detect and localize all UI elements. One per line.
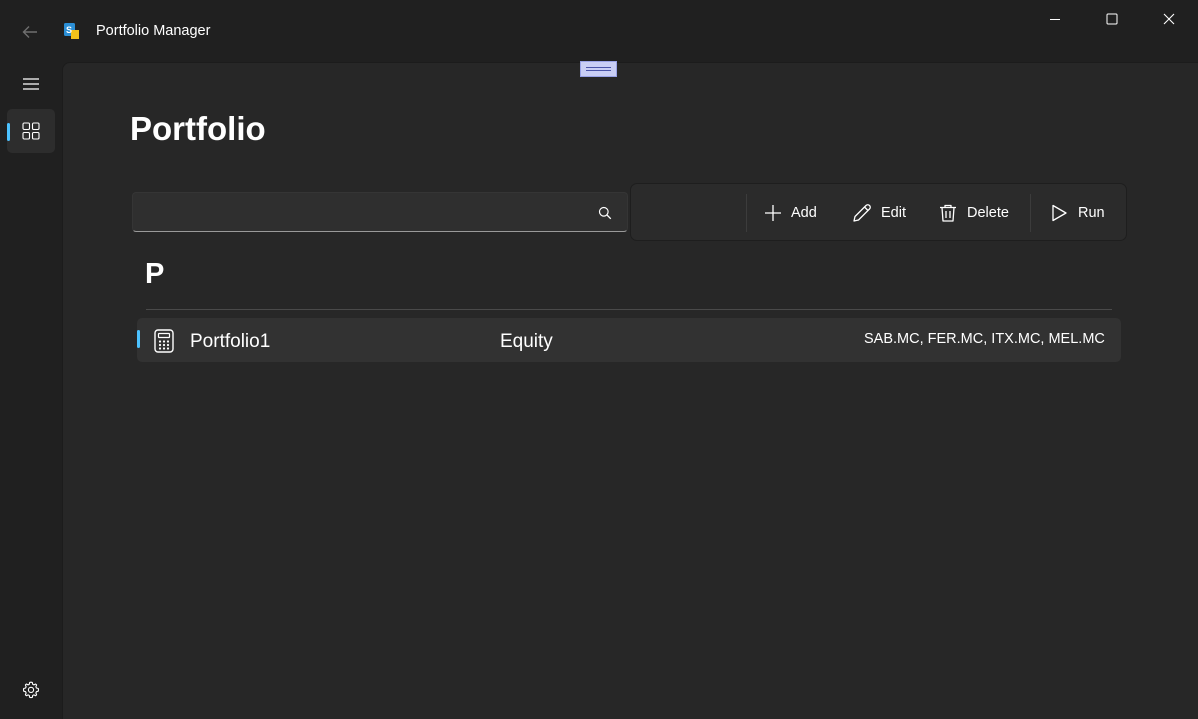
plus-icon <box>765 205 781 221</box>
app-logo-icon: S <box>64 23 79 39</box>
edit-button[interactable]: Edit <box>852 193 906 233</box>
navigation-pane <box>0 62 62 718</box>
portfolio-type: Equity <box>500 331 553 352</box>
search-input[interactable] <box>143 193 587 233</box>
back-arrow-icon <box>22 26 37 38</box>
list-item[interactable]: Portfolio1 Equity SAB.MC, FER.MC, ITX.MC… <box>137 318 1121 362</box>
settings-button[interactable] <box>15 674 47 706</box>
command-separator <box>1030 194 1031 232</box>
delete-button[interactable]: Delete <box>938 193 1009 233</box>
drag-handle[interactable] <box>580 61 617 77</box>
minimize-icon <box>1050 19 1060 20</box>
apps-grid-icon <box>22 122 40 140</box>
run-button[interactable]: Run <box>1049 193 1105 233</box>
play-icon <box>1052 204 1067 222</box>
delete-button-label: Delete <box>967 205 1009 221</box>
command-separator <box>746 194 747 232</box>
back-button[interactable] <box>14 16 46 48</box>
hamburger-menu-icon <box>23 78 39 90</box>
title-bar: S Portfolio Manager <box>0 0 1198 62</box>
calculator-icon <box>154 329 174 353</box>
hamburger-menu-button[interactable] <box>7 62 55 106</box>
group-header: P <box>145 258 165 290</box>
add-button[interactable]: Add <box>764 193 817 233</box>
edit-button-label: Edit <box>881 205 906 221</box>
pencil-icon <box>853 204 871 222</box>
close-icon <box>1163 13 1175 25</box>
content-area <box>62 62 1198 719</box>
settings-gear-icon <box>22 681 40 699</box>
command-bar: Add Edit Delete Run <box>630 183 1127 241</box>
trash-icon <box>940 204 956 222</box>
app-title: Portfolio Manager <box>96 23 211 39</box>
close-button[interactable] <box>1140 0 1198 38</box>
maximize-icon <box>1106 13 1118 25</box>
search-box[interactable] <box>132 192 628 233</box>
run-button-label: Run <box>1078 205 1105 221</box>
portfolio-assets: SAB.MC, FER.MC, ITX.MC, MEL.MC <box>864 331 1105 347</box>
nav-item-portfolio[interactable] <box>7 109 55 153</box>
svg-text:S: S <box>66 25 72 35</box>
page-title: Portfolio <box>130 110 266 147</box>
portfolio-name: Portfolio1 <box>190 331 271 352</box>
nav-selection-indicator <box>7 123 10 141</box>
add-button-label: Add <box>791 205 817 221</box>
search-icon[interactable] <box>598 206 612 220</box>
selection-indicator <box>137 330 140 348</box>
maximize-button[interactable] <box>1083 0 1141 38</box>
group-divider <box>146 309 1112 310</box>
minimize-button[interactable] <box>1026 0 1084 38</box>
